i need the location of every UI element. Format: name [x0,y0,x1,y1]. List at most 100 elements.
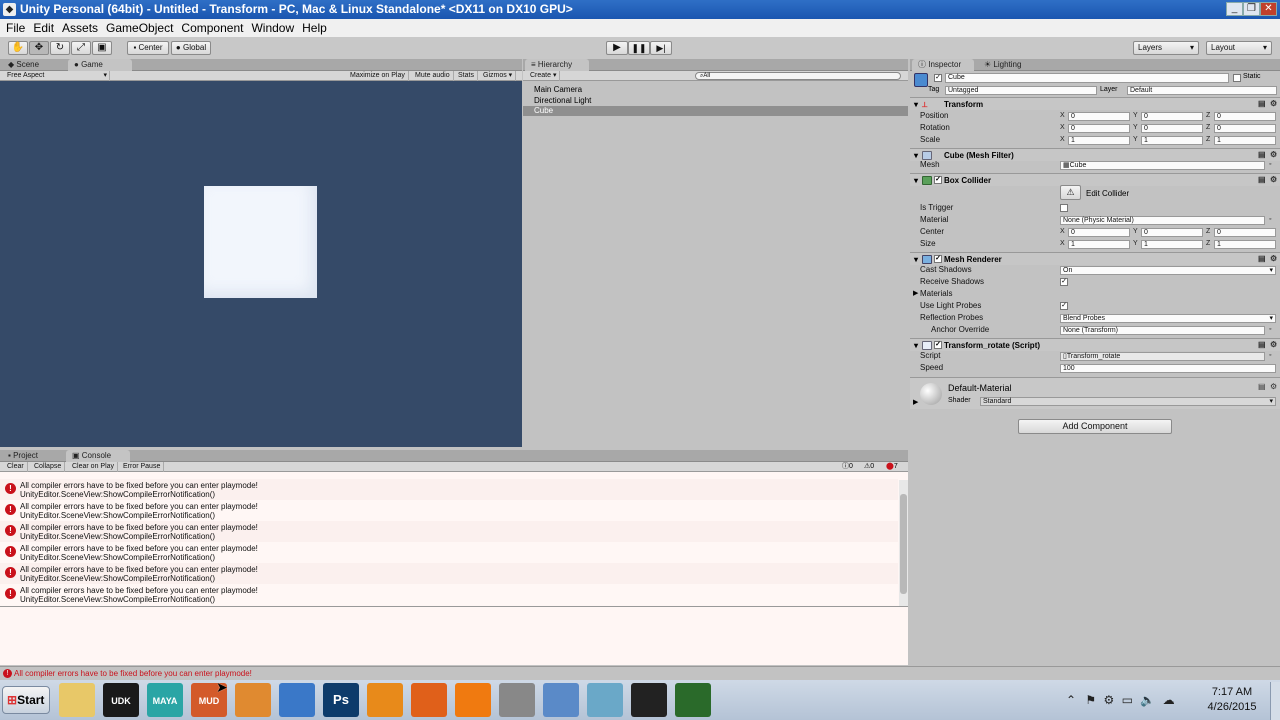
box-collider-checkbox[interactable]: ✓ [934,176,942,184]
gear-icon[interactable]: ⚙ [1270,255,1278,263]
reference-icon[interactable]: ▤ [1258,100,1266,108]
gear-icon[interactable]: ⚙ [1270,100,1278,108]
rotate-tool-icon[interactable]: ↻ [50,41,70,55]
menu-edit[interactable]: Edit [29,19,58,37]
menu-file[interactable]: File [2,19,29,37]
layer-dropdown[interactable]: Default [1127,86,1277,95]
scale-x-field[interactable]: 1 [1068,136,1130,145]
menu-component[interactable]: Component [177,19,247,37]
add-component-button[interactable]: Add Component [1018,419,1172,434]
tray-display-icon[interactable]: ▭ [1122,693,1133,707]
center-z-field[interactable]: 0 [1214,228,1276,237]
tag-dropdown[interactable]: Untagged [945,86,1097,95]
pivot-center-button[interactable]: ▪ Center [127,41,169,55]
is-trigger-checkbox[interactable] [1060,204,1068,212]
transform-header[interactable]: ▾ ⟂ Transform ▤ ⚙ [910,97,1280,110]
create-dropdown[interactable]: Create ▾ [527,71,561,81]
pivot-global-button[interactable]: ● Global [171,41,211,55]
tab-scene[interactable]: ◆ Scene [2,59,45,71]
object-name-field[interactable]: Cube [945,73,1229,83]
rotation-z-field[interactable]: 0 [1214,124,1276,133]
app-pyramid-icon[interactable] [279,683,315,717]
console-log-row[interactable]: ! All compiler errors have to be fixed be… [0,521,898,542]
udk-icon[interactable]: UDK [103,683,139,717]
tab-console[interactable]: ▣ Console [66,450,130,462]
size-x-field[interactable]: 1 [1068,240,1130,249]
console-log-row[interactable]: ! All compiler errors have to be fixed be… [0,500,898,521]
clock[interactable]: 7:17 AM 4/26/2015 [1200,685,1264,715]
object-picker-icon[interactable]: ◦ [1269,350,1271,362]
reflection-probes-dropdown[interactable]: Blend Probes ▾ [1060,314,1276,323]
info-count-toggle[interactable]: ⓘ0 [842,462,853,472]
script-field[interactable]: ▯Transform_rotate [1060,352,1265,361]
script-checkbox[interactable]: ✓ [934,341,942,349]
scale-y-field[interactable]: 1 [1141,136,1203,145]
menu-assets[interactable]: Assets [58,19,102,37]
tray-speaker-icon[interactable]: 🔈 [1140,693,1155,707]
tab-lighting[interactable]: ☀ Lighting [978,59,1027,71]
maximize-on-play-toggle[interactable]: Maximize on Play [347,71,409,81]
error-pause-toggle[interactable]: Error Pause [120,462,165,472]
tab-hierarchy[interactable]: ≡ Hierarchy [525,59,589,71]
app-notebook-icon[interactable] [587,683,623,717]
layers-dropdown[interactable]: Layers ▾ [1133,41,1199,55]
size-z-field[interactable]: 1 [1214,240,1276,249]
static-checkbox[interactable] [1233,74,1241,82]
close-button[interactable]: ✕ [1260,2,1277,16]
start-button[interactable]: ⊞Start [2,686,50,714]
gear-icon[interactable]: ⚙ [1270,341,1278,349]
tab-project[interactable]: ▪ Project [2,450,44,462]
console-log-row[interactable]: ! All compiler errors have to be fixed be… [0,479,898,500]
hierarchy-item-directional-light[interactable]: Directional Light [534,96,591,105]
materials-row[interactable]: ▶ Materials [910,288,1280,300]
blender-icon[interactable] [367,683,403,717]
rotation-x-field[interactable]: 0 [1068,124,1130,133]
error-count-toggle[interactable]: ⬤7 [886,462,898,472]
firefox-icon[interactable] [411,683,447,717]
maximize-button[interactable]: ❐ [1243,2,1260,16]
mesh-field[interactable]: ▦Cube [1060,161,1265,170]
vlc-icon[interactable] [455,683,491,717]
tab-inspector[interactable]: ⓘ Inspector [912,59,974,71]
speed-field[interactable]: 100 [1060,364,1276,373]
console-log-row[interactable]: ! All compiler errors have to be fixed be… [0,563,898,584]
move-tool-icon[interactable]: ✥ [29,41,49,55]
layout-dropdown[interactable]: Layout ▾ [1206,41,1272,55]
menu-gameobject[interactable]: GameObject [102,19,177,37]
hierarchy-item-main-camera[interactable]: Main Camera [534,85,582,94]
center-y-field[interactable]: 0 [1141,228,1203,237]
tray-expand-icon[interactable]: ⌃ [1066,693,1076,707]
tab-game[interactable]: ● Game [68,59,132,71]
size-y-field[interactable]: 1 [1141,240,1203,249]
tray-network-icon[interactable]: ⚙ [1104,693,1115,707]
tray-cloud-icon[interactable]: ☁ [1163,693,1175,707]
shader-dropdown[interactable]: Standard ▾ [980,397,1276,406]
menu-window[interactable]: Window [247,19,298,37]
scale-z-field[interactable]: 1 [1214,136,1276,145]
maya-icon[interactable]: MAYA [147,683,183,717]
collider-material-field[interactable]: None (Physic Material) [1060,216,1265,225]
scale-tool-icon[interactable]: ⤢ [71,41,91,55]
console-scrollbar-thumb[interactable] [900,494,907,594]
console-log-row[interactable]: ! All compiler errors have to be fixed be… [0,542,898,563]
clear-on-play-toggle[interactable]: Clear on Play [69,462,119,472]
object-picker-icon[interactable]: ◦ [1269,324,1271,336]
position-z-field[interactable]: 0 [1214,112,1276,121]
clear-button[interactable]: Clear [4,462,28,472]
reference-icon[interactable]: ▤ [1258,151,1266,159]
step-button[interactable]: ▶| [650,41,672,55]
show-desktop-button[interactable] [1270,682,1280,720]
box-collider-header[interactable]: ▾ ✓ Box Collider ▤ ⚙ [910,173,1280,186]
hierarchy-item-cube[interactable]: Cube [523,106,908,116]
reference-icon[interactable]: ▤ [1258,383,1266,391]
center-x-field[interactable]: 0 [1068,228,1130,237]
warning-count-toggle[interactable]: ⚠0 [864,462,874,472]
receive-shadows-checkbox[interactable]: ✓ [1060,278,1068,286]
pause-button[interactable]: ❚❚ [628,41,650,55]
rotation-y-field[interactable]: 0 [1141,124,1203,133]
reference-icon[interactable]: ▤ [1258,341,1266,349]
collapse-toggle[interactable]: Collapse [31,462,66,472]
object-picker-icon[interactable]: ◦ [1269,214,1271,226]
play-button[interactable]: ▶ [606,41,628,55]
mute-audio-toggle[interactable]: Mute audio [412,71,454,81]
